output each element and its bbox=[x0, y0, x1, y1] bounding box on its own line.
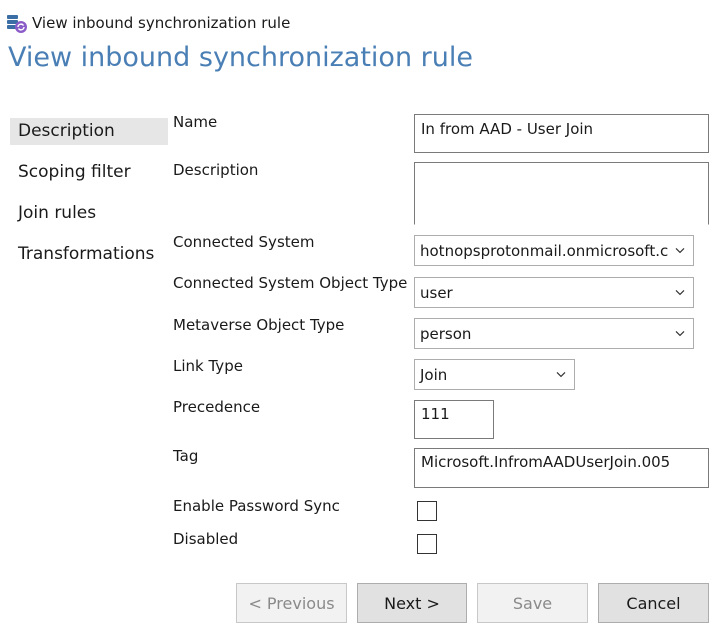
enable-password-sync-label: Enable Password Sync bbox=[173, 497, 340, 515]
nav-item-description[interactable]: Description bbox=[10, 118, 168, 145]
chevron-down-icon bbox=[556, 371, 566, 377]
connected-system-value: hotnopsprotonmail.onmicrosoft.c bbox=[420, 241, 669, 260]
page-title: View inbound synchronization rule bbox=[8, 42, 473, 73]
previous-button[interactable]: < Previous bbox=[236, 583, 347, 623]
sync-service-icon bbox=[6, 12, 28, 34]
name-input[interactable]: In from AAD - User Join bbox=[414, 114, 709, 153]
disabled-checkbox[interactable] bbox=[417, 534, 437, 554]
tag-label: Tag bbox=[173, 447, 199, 465]
cs-object-type-value: user bbox=[420, 283, 453, 302]
chevron-down-icon bbox=[675, 330, 685, 336]
nav-item-scoping-filter[interactable]: Scoping filter bbox=[10, 159, 168, 186]
mv-object-type-value: person bbox=[420, 324, 472, 343]
link-type-select[interactable]: Join bbox=[414, 359, 575, 390]
next-button[interactable]: Next > bbox=[357, 583, 467, 623]
enable-password-sync-checkbox[interactable] bbox=[417, 501, 437, 521]
cancel-button[interactable]: Cancel bbox=[598, 583, 709, 623]
cs-object-type-select[interactable]: user bbox=[414, 277, 694, 308]
precedence-label: Precedence bbox=[173, 398, 261, 416]
nav-item-transformations[interactable]: Transformations bbox=[10, 241, 168, 268]
save-button[interactable]: Save bbox=[477, 583, 588, 623]
mv-object-type-select[interactable]: person bbox=[414, 318, 694, 349]
name-label: Name bbox=[173, 113, 218, 131]
nav-item-join-rules[interactable]: Join rules bbox=[10, 200, 168, 227]
window-titlebar: View inbound synchronization rule bbox=[6, 10, 290, 36]
mv-object-type-label: Metaverse Object Type bbox=[173, 316, 345, 334]
cs-object-type-label: Connected System Object Type bbox=[173, 274, 408, 292]
disabled-label: Disabled bbox=[173, 530, 239, 548]
connected-system-label: Connected System bbox=[173, 233, 315, 251]
description-label: Description bbox=[173, 161, 259, 179]
link-type-label: Link Type bbox=[173, 357, 243, 375]
description-input[interactable] bbox=[414, 162, 709, 225]
wizard-nav: Description Scoping filter Join rules Tr… bbox=[10, 118, 168, 282]
connected-system-select[interactable]: hotnopsprotonmail.onmicrosoft.c bbox=[414, 235, 694, 266]
tag-input[interactable]: Microsoft.InfromAADUserJoin.005 bbox=[414, 448, 709, 488]
link-type-value: Join bbox=[420, 365, 448, 384]
window-title: View inbound synchronization rule bbox=[32, 14, 291, 32]
precedence-input[interactable]: 111 bbox=[414, 400, 494, 439]
chevron-down-icon bbox=[675, 289, 685, 295]
chevron-down-icon bbox=[675, 247, 685, 253]
